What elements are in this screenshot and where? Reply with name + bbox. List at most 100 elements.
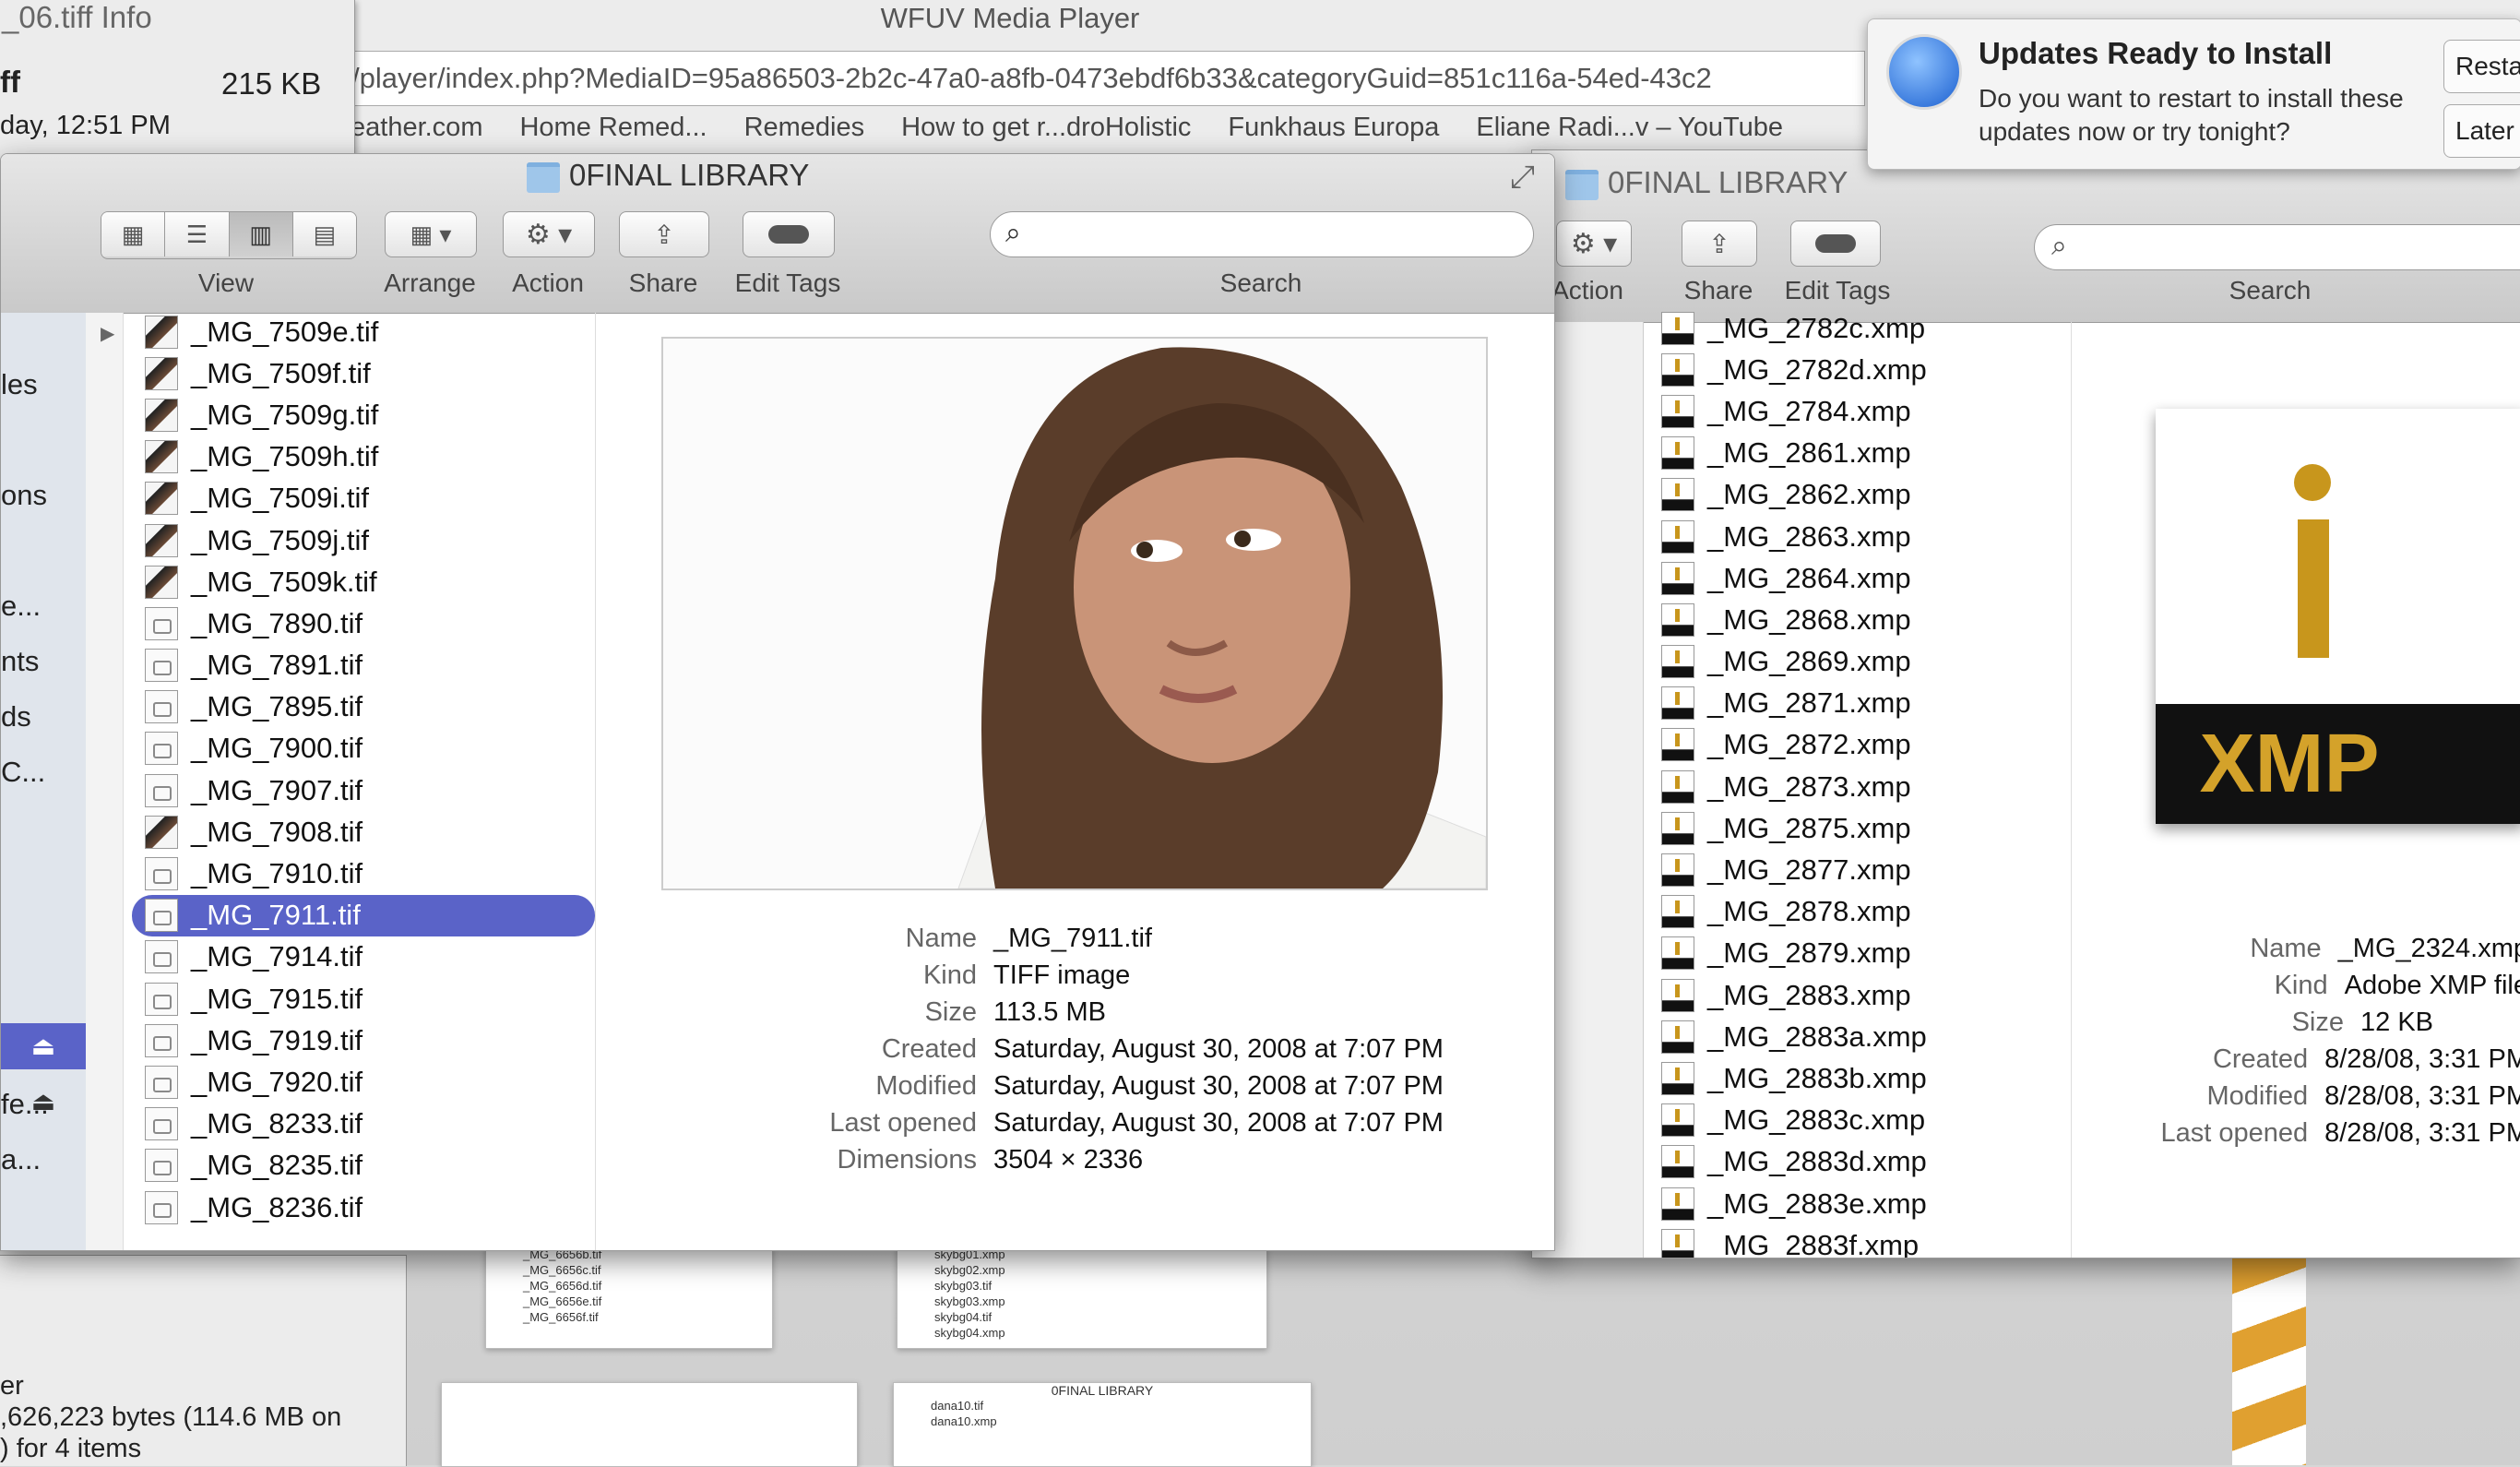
bookmark-link[interactable]: Home Remed... bbox=[519, 113, 707, 142]
action-button[interactable]: ⚙ ▾ bbox=[503, 211, 595, 257]
later-button[interactable]: Later bbox=[2443, 104, 2520, 158]
background-thumbnail-window[interactable]: _MG_6656b.tif _MG_6656c.tif _MG_6656d.tif _… bbox=[485, 1246, 773, 1349]
background-thumbnail-window[interactable] bbox=[441, 1382, 858, 1467]
sidebar-item[interactable]: ons bbox=[1, 479, 86, 512]
file-row[interactable]: _MG_8235.tif bbox=[132, 1145, 595, 1187]
file-row[interactable]: _MG_2861.xmp bbox=[1661, 433, 2071, 474]
thumbnail-file-name: _MG_6656d.tif bbox=[523, 1279, 602, 1293]
finder-window-front[interactable]: 0FINAL LIBRARY ⤢ ▦ ☰ ▥ ▤ View ▦ ▾ Arrang… bbox=[0, 153, 1555, 1251]
file-row[interactable]: _MG_7509g.tif bbox=[132, 394, 595, 435]
file-row[interactable]: _MG_7915.tif bbox=[132, 978, 595, 1020]
action-button[interactable]: ⚙ ▾ bbox=[1556, 221, 1632, 267]
file-row[interactable]: _MG_7890.tif bbox=[132, 602, 595, 644]
file-row[interactable]: _MG_2782d.xmp bbox=[1661, 349, 2071, 390]
file-row[interactable]: _MG_7895.tif bbox=[132, 686, 595, 728]
file-row[interactable]: _MG_2883d.xmp bbox=[1661, 1141, 2071, 1183]
sidebar-item[interactable]: ds bbox=[1, 700, 86, 734]
file-row[interactable]: _MG_2879.xmp bbox=[1661, 933, 2071, 974]
file-row[interactable]: _MG_7910.tif bbox=[132, 853, 595, 894]
thumbnail-file-name: _MG_6656e.tif bbox=[523, 1294, 602, 1308]
file-row[interactable]: _MG_2873.xmp bbox=[1661, 766, 2071, 807]
bookmark-link[interactable]: Funkhaus Europa bbox=[1228, 113, 1439, 142]
sidebar-item[interactable]: C... bbox=[1, 756, 86, 789]
column-view-button[interactable]: ▥ bbox=[229, 212, 293, 256]
sidebar-item[interactable]: les bbox=[1, 368, 86, 401]
fullscreen-icon[interactable]: ⤢ bbox=[1510, 160, 1535, 196]
file-row[interactable]: _MG_7914.tif bbox=[132, 936, 595, 978]
xmp-file-icon bbox=[1661, 478, 1694, 512]
edit-tags-button[interactable] bbox=[1790, 221, 1881, 267]
eject-icon[interactable]: ⏏ bbox=[1, 1023, 86, 1069]
file-row[interactable]: _MG_2883a.xmp bbox=[1661, 1016, 2071, 1057]
sidebar-item[interactable]: e... bbox=[1, 590, 86, 623]
file-row[interactable]: _MG_7911.tif bbox=[132, 894, 595, 936]
file-row[interactable]: _MG_7509e.tif bbox=[132, 313, 595, 352]
file-row[interactable]: _MG_7509i.tif bbox=[132, 478, 595, 519]
file-row[interactable]: _MG_2883f.xmp bbox=[1661, 1224, 2071, 1258]
bookmark-link[interactable]: eather.com bbox=[351, 113, 482, 142]
search-field[interactable]: ⌕ bbox=[990, 211, 1534, 257]
file-row[interactable]: _MG_7509j.tif bbox=[132, 519, 595, 561]
sidebar-item[interactable]: nts bbox=[1, 645, 86, 678]
bookmark-link[interactable]: How to get r...droHolistic bbox=[901, 113, 1191, 142]
list-view-button[interactable]: ☰ bbox=[165, 212, 230, 256]
background-thumbnail-window[interactable]: 0FINAL LIBRARY dana10.tif dana10.xmp bbox=[893, 1382, 1312, 1467]
file-row[interactable]: _MG_8236.tif bbox=[132, 1187, 595, 1228]
file-row[interactable]: _MG_7509f.tif bbox=[132, 352, 595, 394]
finder-window-back[interactable]: 0FINAL LIBRARY ⚙ ▾ Action ⇪ Share Edit T… bbox=[1531, 149, 2520, 1258]
file-row[interactable]: _MG_7900.tif bbox=[132, 728, 595, 769]
file-name: _MG_2864.xmp bbox=[1707, 561, 1911, 594]
bookmark-link[interactable]: Remedies bbox=[744, 113, 865, 142]
folder-icon bbox=[1565, 169, 1599, 200]
file-row[interactable]: _MG_2782c.xmp bbox=[1661, 307, 2071, 349]
file-row[interactable]: _MG_7891.tif bbox=[132, 645, 595, 686]
file-row[interactable]: _MG_2863.xmp bbox=[1661, 516, 2071, 557]
file-row[interactable]: _MG_2883.xmp bbox=[1661, 974, 2071, 1016]
bookmark-link[interactable]: Eliane Radi...v – YouTube bbox=[1476, 113, 1783, 142]
file-row[interactable]: _MG_2862.xmp bbox=[1661, 474, 2071, 516]
thumbnail-title: 0FINAL LIBRARY bbox=[1051, 1383, 1154, 1398]
file-row[interactable]: _MG_2868.xmp bbox=[1661, 599, 2071, 640]
file-row[interactable]: _MG_7920.tif bbox=[132, 1061, 595, 1103]
file-row[interactable]: _MG_2784.xmp bbox=[1661, 390, 2071, 432]
xmp-file-icon bbox=[1661, 602, 1694, 637]
file-row[interactable]: _MG_2883c.xmp bbox=[1661, 1100, 2071, 1141]
arrange-button[interactable]: ▦ ▾ bbox=[385, 211, 477, 257]
background-thumbnail-window[interactable]: skybg01.xmp skybg02.xmp skybg03.tif skybg03… bbox=[897, 1246, 1267, 1349]
file-row[interactable]: _MG_2877.xmp bbox=[1661, 849, 2071, 890]
cover-flow-button[interactable]: ▤ bbox=[292, 212, 356, 256]
sidebar-item[interactable]: a... bbox=[1, 1143, 86, 1176]
xmp-file-icon bbox=[1661, 1145, 1694, 1179]
file-name: _MG_7895.tif bbox=[191, 690, 363, 723]
file-row[interactable]: _MG_7509k.tif bbox=[132, 561, 595, 602]
file-row[interactable]: _MG_8233.tif bbox=[132, 1103, 595, 1145]
disclosure-triangle-icon[interactable]: ▶ bbox=[86, 313, 123, 345]
file-row[interactable]: _MG_2872.xmp bbox=[1661, 724, 2071, 766]
file-row[interactable]: _MG_2883e.xmp bbox=[1661, 1183, 2071, 1224]
share-button[interactable]: ⇪ bbox=[619, 211, 709, 257]
file-name: _MG_2784.xmp bbox=[1707, 394, 1911, 427]
preview-info-row: Modified Saturday, August 30, 2008 at 7:0… bbox=[702, 1067, 1551, 1104]
file-row[interactable]: _MG_2878.xmp bbox=[1661, 891, 2071, 933]
address-bar[interactable]: /player/index.php?MediaID=95a86503-2b2c-… bbox=[351, 51, 1865, 106]
restart-button[interactable]: Restart bbox=[2443, 40, 2520, 93]
file-row[interactable]: _MG_2871.xmp bbox=[1661, 683, 2071, 724]
search-field[interactable]: ⌕ bbox=[2034, 224, 2520, 270]
file-row[interactable]: _MG_2883b.xmp bbox=[1661, 1057, 2071, 1099]
file-row[interactable]: _MG_2864.xmp bbox=[1661, 557, 2071, 599]
share-button[interactable]: ⇪ bbox=[1682, 221, 1757, 267]
arrange-icon: ▦ ▾ bbox=[410, 220, 452, 248]
edit-tags-button[interactable] bbox=[743, 211, 835, 257]
xmp-file-icon bbox=[1661, 1061, 1694, 1095]
file-row[interactable]: _MG_7907.tif bbox=[132, 769, 595, 811]
file-row[interactable]: _MG_2869.xmp bbox=[1661, 641, 2071, 683]
file-row[interactable]: _MG_2875.xmp bbox=[1661, 807, 2071, 849]
eject-icon[interactable]: ⏏ bbox=[1, 1079, 86, 1125]
file-name: _MG_2877.xmp bbox=[1707, 853, 1911, 887]
share-label: Share bbox=[1683, 276, 1753, 304]
file-row[interactable]: _MG_7509h.tif bbox=[132, 436, 595, 478]
file-row[interactable]: _MG_7908.tif bbox=[132, 811, 595, 853]
icon-view-button[interactable]: ▦ bbox=[101, 212, 166, 256]
preview-info-value: Saturday, August 30, 2008 at 7:07 PM bbox=[993, 1071, 1444, 1101]
file-row[interactable]: _MG_7919.tif bbox=[132, 1020, 595, 1061]
